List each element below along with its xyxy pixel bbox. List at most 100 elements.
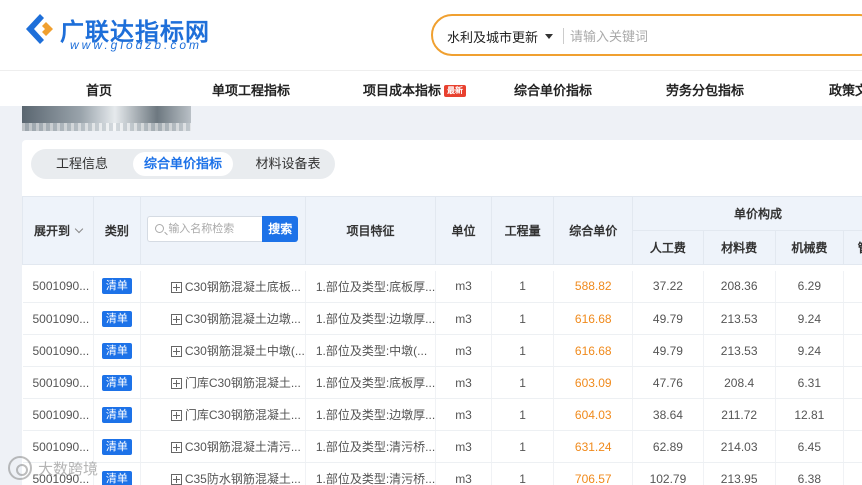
table-row[interactable]: 5001090... 清单 门库C30钢筋混凝土... 1.部位及类型:底板厚.…: [22, 366, 862, 399]
row-material: 208.36: [703, 270, 776, 303]
row-management: [843, 270, 862, 303]
row-quantity: 1: [491, 462, 555, 485]
expand-plus-icon[interactable]: [170, 281, 182, 293]
search-category-select[interactable]: 水利及城市更新: [447, 27, 538, 46]
row-feature: 1.部位及类型:底板厚...: [305, 366, 437, 399]
nav-label: 首页: [86, 83, 113, 98]
table-row[interactable]: 5001090... 清单 C35防水钢筋混凝土... 1.部位及类型:清污桥.…: [22, 462, 862, 485]
header-labor: 人工费: [632, 230, 704, 265]
nav-label: 劳务分包指标: [666, 83, 745, 98]
row-machinery: 9.24: [775, 334, 845, 367]
header-machinery: 机械费: [774, 230, 845, 265]
row-quantity: 1: [491, 430, 555, 463]
table-row[interactable]: 5001090... 清单 C30钢筋混凝土底板... 1.部位及类型:底板厚.…: [22, 270, 862, 303]
tab-bar: 工程信息 综合单价指标 材料设备表: [31, 149, 335, 179]
watermark-logo-icon: [8, 456, 32, 480]
tab-project-info[interactable]: 工程信息: [37, 152, 127, 176]
row-name: C30钢筋混凝土底板...: [140, 270, 306, 303]
row-unit-price: 616.68: [553, 334, 634, 367]
table-row[interactable]: 5001090... 清单 C30钢筋混凝土边墩... 1.部位及类型:边墩厚.…: [22, 302, 862, 335]
nav-item-project-cost-index[interactable]: 项目成本指标 最新: [363, 80, 467, 99]
nav-item-unit-price-index[interactable]: 综合单价指标: [514, 80, 592, 99]
header-management: 管: [843, 230, 862, 265]
row-unit-price: 604.03: [553, 398, 634, 431]
watermark: 大数跨境: [4, 454, 124, 482]
header-material: 材料费: [702, 230, 776, 265]
expand-plus-icon[interactable]: [170, 474, 182, 485]
category-badge: 清单: [101, 342, 132, 359]
category-badge: 清单: [101, 310, 132, 327]
row-quantity: 1: [491, 334, 555, 367]
table-row[interactable]: 5001090... 清单 C30钢筋混凝土中墩(... 1.部位及类型:中墩(…: [22, 334, 862, 367]
row-name-text: 门库C30钢筋混凝土...: [184, 408, 301, 422]
nav-label: 项目成本指标: [363, 83, 442, 98]
row-management: [843, 334, 862, 367]
row-category: 清单: [93, 366, 141, 399]
header-name-search: 搜索: [139, 196, 306, 265]
row-category: 清单: [93, 270, 141, 303]
logo-subtitle: www.glodzb.com: [70, 38, 203, 52]
name-search-button[interactable]: 搜索: [262, 216, 299, 242]
row-unit: m3: [435, 302, 492, 335]
row-management: [843, 430, 862, 463]
expand-plus-icon[interactable]: [170, 346, 182, 357]
header-feature: 项目特征: [304, 196, 437, 265]
row-unit-price: 631.24: [553, 430, 634, 463]
search-icon: [155, 224, 165, 233]
row-unit-price: 706.57: [553, 462, 634, 485]
row-material: 211.72: [703, 398, 776, 431]
table-row[interactable]: 5001090... 清单 C30钢筋混凝土清污... 1.部位及类型:清污桥.…: [22, 430, 862, 463]
row-quantity: 1: [491, 366, 555, 399]
row-quantity: 1: [491, 302, 555, 335]
header-expand-to[interactable]: 展开到: [22, 196, 94, 265]
new-badge: 最新: [444, 85, 467, 97]
category-badge: 清单: [101, 438, 132, 455]
nav-item-single-project-index[interactable]: 单项工程指标: [212, 80, 290, 99]
row-unit: m3: [435, 334, 492, 367]
search-input[interactable]: [570, 24, 850, 48]
row-code: 5001090...: [22, 366, 94, 399]
row-unit: m3: [435, 366, 492, 399]
row-code: 5001090...: [22, 398, 94, 431]
row-material: 214.03: [703, 430, 776, 463]
chevron-down-icon: [74, 224, 84, 234]
name-search-field: [147, 216, 263, 242]
site-logo[interactable]: 广联达指标网 www.glodzb.com: [22, 8, 242, 56]
expand-plus-icon[interactable]: [170, 442, 182, 453]
expand-plus-icon[interactable]: [170, 378, 182, 389]
row-name-text: C30钢筋混凝土清污...: [184, 440, 301, 454]
main-nav: 首页 单项工程指标 项目成本指标 最新 综合单价指标 劳务分包指标 政策文: [0, 70, 862, 106]
row-unit-price: 603.09: [553, 366, 634, 399]
table-row[interactable]: 5001090... 清单 门库C30钢筋混凝土... 1.部位及类型:边墩厚.…: [22, 398, 862, 431]
row-unit: m3: [435, 398, 492, 431]
nav-item-policy[interactable]: 政策文: [829, 80, 862, 99]
site-header: 广联达指标网 www.glodzb.com 水利及城市更新: [0, 0, 862, 70]
row-name-text: C35防水钢筋混凝土...: [184, 472, 301, 485]
row-name-text: C30钢筋混凝土底板...: [184, 279, 301, 294]
row-name-text: 门库C30钢筋混凝土...: [184, 376, 301, 390]
row-management: [843, 398, 862, 431]
expand-plus-icon[interactable]: [170, 314, 182, 325]
row-name: C30钢筋混凝土边墩...: [140, 302, 306, 335]
nav-item-labor-subcontract-index[interactable]: 劳务分包指标: [666, 80, 744, 99]
row-unit-price: 616.68: [553, 302, 634, 335]
row-machinery: 9.24: [775, 302, 845, 335]
chevron-down-icon[interactable]: [545, 34, 553, 39]
tab-materials-equipment[interactable]: 材料设备表: [243, 152, 333, 176]
tab-unit-price-index[interactable]: 综合单价指标: [133, 152, 233, 176]
row-unit: m3: [435, 462, 492, 485]
expand-to-label: 展开到: [33, 224, 70, 238]
nav-item-home[interactable]: 首页: [86, 80, 112, 99]
row-name: C35防水钢筋混凝土...: [140, 462, 306, 485]
row-feature: 1.部位及类型:清污桥...: [305, 462, 437, 485]
row-feature: 1.部位及类型:底板厚...: [305, 270, 437, 303]
row-management: [843, 462, 862, 485]
logo-mark-icon: [26, 14, 53, 44]
nav-label: 单项工程指标: [212, 83, 291, 98]
row-name: 门库C30钢筋混凝土...: [140, 366, 306, 399]
row-labor: 38.64: [632, 398, 704, 431]
row-feature: 1.部位及类型:清污桥...: [305, 430, 437, 463]
expand-plus-icon[interactable]: [170, 410, 182, 421]
name-search-input[interactable]: [168, 221, 259, 237]
row-feature: 1.部位及类型:边墩厚...: [305, 302, 437, 335]
